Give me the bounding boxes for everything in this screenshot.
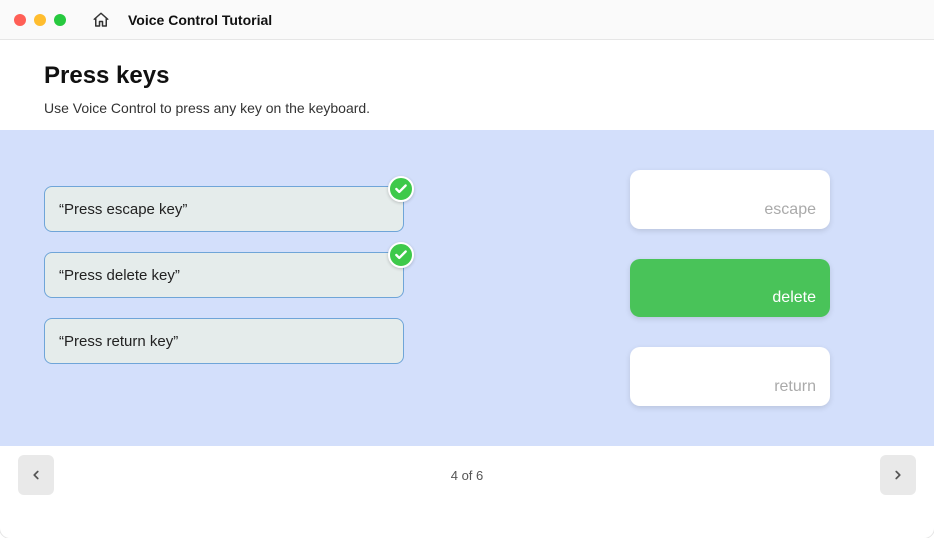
close-window-button[interactable] <box>14 14 26 26</box>
window-title: Voice Control Tutorial <box>128 12 272 28</box>
voice-command-return: “Press return key” <box>44 318 404 364</box>
home-button[interactable] <box>92 11 110 29</box>
footer: 4 of 6 <box>0 446 934 504</box>
titlebar: Voice Control Tutorial <box>0 0 934 40</box>
next-button[interactable] <box>880 455 916 495</box>
page-title: Press keys <box>44 62 890 90</box>
minimize-window-button[interactable] <box>34 14 46 26</box>
key-delete: delete <box>630 259 830 318</box>
command-text: “Press delete key” <box>59 267 180 284</box>
key-label: escape <box>764 201 816 219</box>
key-escape: escape <box>630 170 830 229</box>
voice-command-escape: “Press escape key” <box>44 186 404 232</box>
command-list: “Press escape key” “Press delete key” “P… <box>44 186 404 406</box>
prev-button[interactable] <box>18 455 54 495</box>
checkmark-icon <box>388 242 414 268</box>
key-label: delete <box>772 289 816 307</box>
traffic-lights <box>14 14 66 26</box>
key-return: return <box>630 347 830 406</box>
tutorial-stage: “Press escape key” “Press delete key” “P… <box>0 130 934 446</box>
command-text: “Press return key” <box>59 333 178 350</box>
command-text: “Press escape key” <box>59 201 187 218</box>
page-header: Press keys Use Voice Control to press an… <box>0 40 934 130</box>
key-label: return <box>774 378 816 396</box>
page-description: Use Voice Control to press any key on th… <box>44 100 890 116</box>
checkmark-icon <box>388 176 414 202</box>
fullscreen-window-button[interactable] <box>54 14 66 26</box>
page-indicator: 4 of 6 <box>451 468 484 483</box>
keyboard-keys: escape delete return <box>630 170 830 406</box>
voice-command-delete: “Press delete key” <box>44 252 404 298</box>
